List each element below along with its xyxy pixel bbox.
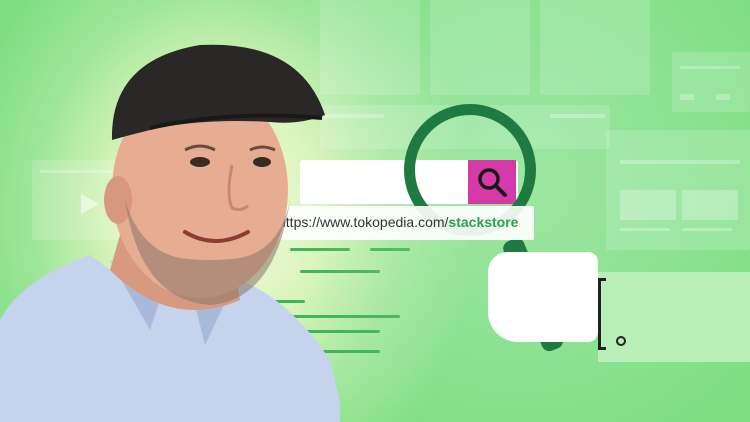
wireframe-card: [672, 52, 750, 112]
wireframe-line: [620, 160, 740, 164]
wireframe-block: [682, 190, 738, 220]
wireframe-line: [680, 66, 740, 69]
cuff-button: [616, 336, 626, 346]
wireframe-panel-top: [430, 0, 530, 95]
man-portrait: [0, 44, 340, 422]
wireframe-line: [620, 228, 670, 231]
wireframe-line: [550, 114, 605, 118]
wireframe-block: [620, 190, 676, 220]
wireframe-line: [680, 94, 694, 100]
wireframe-line: [716, 94, 730, 100]
text-line: [370, 248, 410, 251]
wireframe-line: [682, 228, 732, 231]
cuff-bracket: [598, 278, 606, 350]
url-slug: stackstore: [448, 214, 519, 230]
wireframe-sidebar: [606, 130, 750, 250]
shirt-cuff: [598, 272, 750, 362]
glove-hand: [488, 252, 598, 342]
wireframe-panel-top: [540, 0, 650, 95]
